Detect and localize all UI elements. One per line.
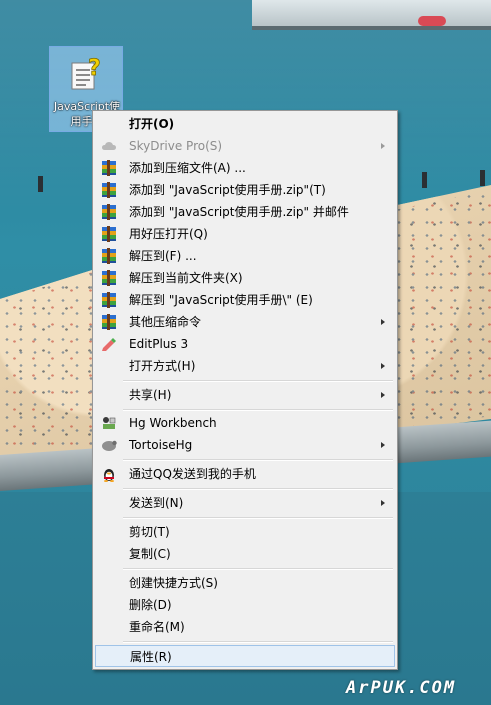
menu-item-delete[interactable]: 删除(D) xyxy=(95,594,395,616)
submenu-arrow-icon xyxy=(381,363,385,369)
wallpaper-pier xyxy=(252,0,491,30)
menu-item-tortoisehg[interactable]: TortoiseHg xyxy=(95,434,395,456)
menu-separator xyxy=(123,409,393,411)
menu-item-label: 重命名(M) xyxy=(129,620,185,634)
winrar-icon xyxy=(101,248,117,264)
menu-item-label: 添加到 "JavaScript使用手册.zip"(T) xyxy=(129,183,326,197)
menu-item-label: 添加到 "JavaScript使用手册.zip" 并邮件 xyxy=(129,205,349,219)
tortoisehg-icon xyxy=(102,440,117,451)
svg-text:?: ? xyxy=(88,56,101,81)
menu-item-label: 通过QQ发送到我的手机 xyxy=(129,467,256,481)
menu-item-label: 解压到(F) ... xyxy=(129,249,197,263)
menu-item-rename[interactable]: 重命名(M) xyxy=(95,616,395,638)
hg-workbench-icon xyxy=(103,417,116,429)
menu-item-label: EditPlus 3 xyxy=(129,337,189,351)
winrar-icon xyxy=(101,182,117,198)
menu-separator xyxy=(123,517,393,519)
menu-item-editplus[interactable]: EditPlus 3 xyxy=(95,333,395,355)
menu-item-add-to-zip-and-email[interactable]: 添加到 "JavaScript使用手册.zip" 并邮件 xyxy=(95,201,395,223)
wallpaper-boat xyxy=(418,16,446,26)
menu-item-label: SkyDrive Pro(S) xyxy=(129,139,223,153)
editplus-icon xyxy=(102,338,116,351)
menu-item-open[interactable]: 打开(O) xyxy=(95,113,395,135)
menu-item-copy[interactable]: 复制(C) xyxy=(95,543,395,565)
menu-separator xyxy=(123,488,393,490)
menu-item-label: 其他压缩命令 xyxy=(129,315,202,329)
menu-item-cut[interactable]: 剪切(T) xyxy=(95,521,395,543)
menu-item-send-via-qq[interactable]: 通过QQ发送到我的手机 xyxy=(95,463,395,485)
submenu-arrow-icon xyxy=(381,143,385,149)
menu-item-extract-to-folder[interactable]: 解压到 "JavaScript使用手册\" (E) xyxy=(95,289,395,311)
wallpaper-post xyxy=(480,170,485,186)
menu-item-label: 解压到 "JavaScript使用手册\" (E) xyxy=(129,293,313,307)
menu-item-hg-workbench[interactable]: Hg Workbench xyxy=(95,412,395,434)
help-document-icon: ? xyxy=(71,56,101,90)
menu-item-extract-to[interactable]: 解压到(F) ... xyxy=(95,245,395,267)
menu-item-label: 创建快捷方式(S) xyxy=(129,576,218,590)
menu-item-label: 属性(R) xyxy=(130,650,172,664)
menu-item-label: 打开方式(H) xyxy=(129,359,196,373)
winrar-icon xyxy=(101,270,117,286)
wallpaper-post xyxy=(422,172,427,188)
winrar-icon xyxy=(101,204,117,220)
menu-item-label: 添加到压缩文件(A) ... xyxy=(129,161,246,175)
winrar-icon xyxy=(101,314,117,330)
menu-item-add-to-archive[interactable]: 添加到压缩文件(A) ... xyxy=(95,157,395,179)
menu-item-open-with[interactable]: 打开方式(H) xyxy=(95,355,395,377)
menu-item-other-compress-commands[interactable]: 其他压缩命令 xyxy=(95,311,395,333)
menu-item-label: 打开(O) xyxy=(129,117,175,131)
submenu-arrow-icon xyxy=(381,319,385,325)
submenu-arrow-icon xyxy=(381,442,385,448)
menu-item-label: 用好压打开(Q) xyxy=(129,227,208,241)
menu-item-label: Hg Workbench xyxy=(129,416,217,430)
menu-item-label: 解压到当前文件夹(X) xyxy=(129,271,243,285)
menu-separator xyxy=(123,459,393,461)
winrar-icon xyxy=(101,226,117,242)
menu-item-label: 复制(C) xyxy=(129,547,171,561)
cloud-icon xyxy=(102,142,116,150)
winrar-icon xyxy=(101,160,117,176)
context-menu: 打开(O) SkyDrive Pro(S) 添加到压缩文件(A) ... 添加到… xyxy=(92,110,398,670)
menu-item-open-with-haozip[interactable]: 用好压打开(Q) xyxy=(95,223,395,245)
submenu-arrow-icon xyxy=(381,500,385,506)
submenu-arrow-icon xyxy=(381,392,385,398)
menu-item-send-to[interactable]: 发送到(N) xyxy=(95,492,395,514)
menu-item-create-shortcut[interactable]: 创建快捷方式(S) xyxy=(95,572,395,594)
menu-item-skydrive-pro[interactable]: SkyDrive Pro(S) xyxy=(95,135,395,157)
menu-item-label: 发送到(N) xyxy=(129,496,184,510)
menu-item-label: 删除(D) xyxy=(129,598,172,612)
wallpaper-post xyxy=(38,176,43,192)
menu-separator xyxy=(123,568,393,570)
menu-item-add-to-zip[interactable]: 添加到 "JavaScript使用手册.zip"(T) xyxy=(95,179,395,201)
menu-item-label: 共享(H) xyxy=(129,388,172,402)
menu-item-share[interactable]: 共享(H) xyxy=(95,384,395,406)
menu-item-extract-here[interactable]: 解压到当前文件夹(X) xyxy=(95,267,395,289)
menu-separator xyxy=(123,641,393,643)
menu-item-properties[interactable]: 属性(R) xyxy=(95,645,395,667)
menu-item-label: 剪切(T) xyxy=(129,525,170,539)
menu-separator xyxy=(123,380,393,382)
winrar-icon xyxy=(101,292,117,308)
qq-penguin-icon xyxy=(104,469,114,482)
menu-item-label: TortoiseHg xyxy=(129,438,193,452)
watermark-text: ArPUK.COM xyxy=(346,678,457,698)
